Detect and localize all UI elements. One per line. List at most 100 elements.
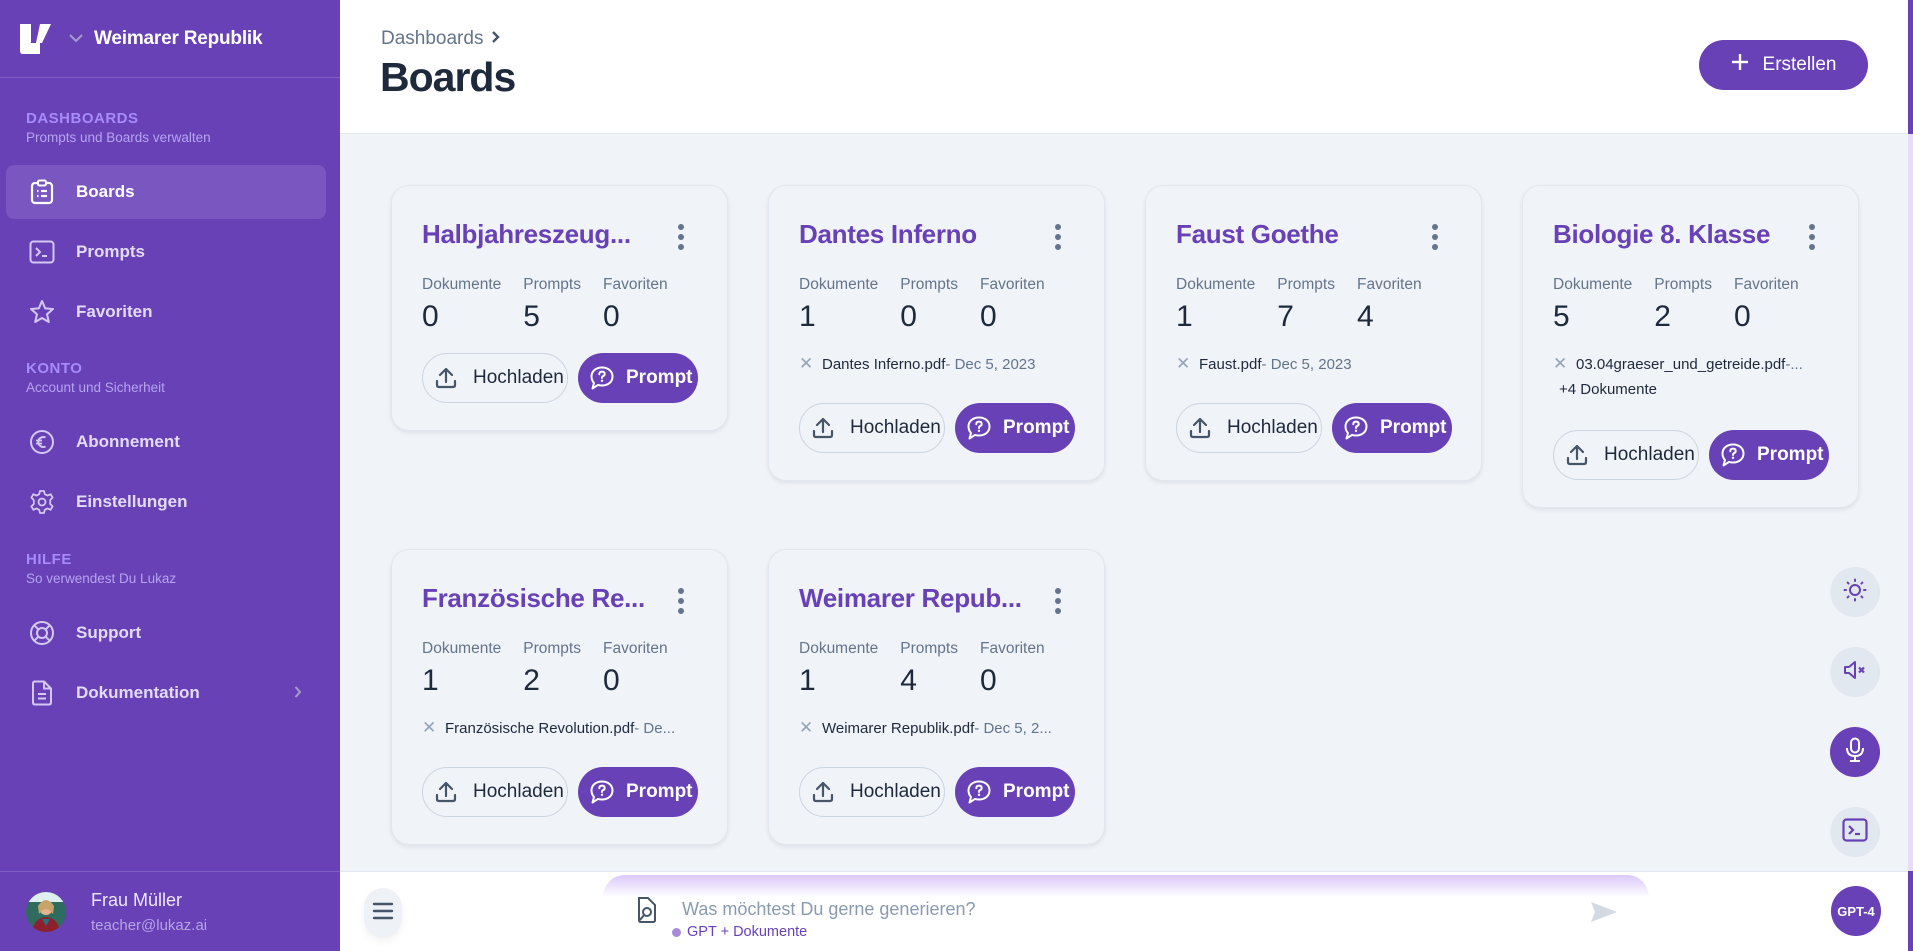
prompt-button-label: Prompt <box>1003 417 1070 438</box>
mute-toggle-button[interactable] <box>1830 647 1880 697</box>
stat-value: 0 <box>602 664 620 697</box>
prompt-button[interactable]: Prompt <box>578 353 698 403</box>
prompt-button[interactable]: Prompt <box>578 767 698 817</box>
upload-button[interactable]: Hochladen <box>1176 403 1322 453</box>
stat-value: 4 <box>900 664 917 697</box>
prompt-input[interactable] <box>682 897 1582 921</box>
document-name[interactable]: Weimarer Republik.pdf <box>822 720 974 737</box>
sidebar-item-einstellungen[interactable]: Einstellungen <box>6 475 326 529</box>
sidebar-item-abonnement[interactable]: Abonnement <box>6 415 326 469</box>
upload-icon <box>1562 443 1592 467</box>
workspace-switcher[interactable]: Weimarer Republik <box>0 0 340 78</box>
upload-button-label: Hochladen <box>1604 444 1695 465</box>
board-card[interactable]: Weimarer Repub... Dokumente 1 Prompts 4 … <box>768 549 1105 845</box>
stat-value: 2 <box>1654 300 1671 333</box>
mode-selector[interactable]: GPT + Dokumente <box>672 924 807 940</box>
document-item: ✕ Weimarer Republik.pdf - Dec 5, 2... <box>799 718 1089 738</box>
upload-button[interactable]: Hochladen <box>422 353 568 403</box>
sidebar-item-label: Favoriten <box>76 302 153 321</box>
sidebar-item-prompts[interactable]: Prompts <box>6 225 326 279</box>
stat-favorites: Favoriten 0 <box>603 640 668 698</box>
stat-value: 0 <box>602 300 620 333</box>
section-subtitle: Account und Sicherheit <box>26 380 165 395</box>
upload-button[interactable]: Hochladen <box>799 767 945 817</box>
prompt-button[interactable]: Prompt <box>1332 403 1452 453</box>
stat-value: 1 <box>1176 300 1193 333</box>
board-stats: Dokumente 1 Prompts 0 Favoriten 0 <box>799 276 1067 334</box>
clipboard-list-icon <box>28 178 56 206</box>
stat-value: 0 <box>1733 300 1751 333</box>
stat-value: 0 <box>979 300 997 333</box>
upload-button[interactable]: Hochladen <box>799 403 945 453</box>
stat-label: Favoriten <box>1733 276 1799 293</box>
document-name[interactable]: 03.04graeser_und_getreide.pdf <box>1576 356 1785 373</box>
prompt-button-label: Prompt <box>1380 417 1447 438</box>
document-search-icon[interactable] <box>636 896 658 929</box>
remove-document-icon[interactable]: ✕ <box>1553 354 1567 374</box>
upload-button-label: Hochladen <box>1227 417 1318 438</box>
theme-toggle-button[interactable] <box>1830 567 1880 617</box>
chat-question-icon <box>965 415 993 441</box>
prompt-button[interactable]: Prompt <box>955 767 1075 817</box>
user-email: teacher@lukaz.ai <box>91 916 208 934</box>
user-profile[interactable]: Frau Müller teacher@lukaz.ai <box>0 871 340 951</box>
avatar[interactable] <box>26 891 66 932</box>
more-options-icon[interactable] <box>1052 224 1064 250</box>
page-title: Boards <box>380 54 516 100</box>
board-title[interactable]: Faust Goethe <box>1176 219 1416 250</box>
sidebar-item-boards[interactable]: Boards <box>6 165 326 219</box>
more-documents-link[interactable]: +4 Dokumente <box>1559 381 1657 398</box>
gear-icon <box>28 488 56 516</box>
more-options-icon[interactable] <box>1806 224 1818 250</box>
board-title[interactable]: Französische Re... <box>422 583 662 614</box>
board-title[interactable]: Halbjahreszeug... <box>422 219 662 250</box>
document-name[interactable]: Dantes Inferno.pdf <box>822 356 945 373</box>
board-title[interactable]: Biologie 8. Klasse <box>1553 219 1793 250</box>
remove-document-icon[interactable]: ✕ <box>799 354 813 374</box>
board-card[interactable]: Halbjahreszeug... Dokumente 0 Prompts 5 … <box>391 185 728 431</box>
more-options-icon[interactable] <box>675 588 687 614</box>
more-options-icon[interactable] <box>675 224 687 250</box>
page-header: Dashboards Boards Erstellen <box>340 0 1908 134</box>
remove-document-icon[interactable]: ✕ <box>1176 354 1190 374</box>
section-subtitle: So verwendest Du Lukaz <box>26 571 177 586</box>
remove-document-icon[interactable]: ✕ <box>799 718 813 738</box>
stat-label: Prompts <box>900 640 958 657</box>
prompt-button[interactable]: Prompt <box>955 403 1075 453</box>
board-card[interactable]: Französische Re... Dokumente 1 Prompts 2… <box>391 549 728 845</box>
voice-input-button[interactable] <box>1830 727 1880 777</box>
document-name[interactable]: Französische Revolution.pdf <box>445 720 634 737</box>
chevron-down-icon[interactable] <box>66 29 86 49</box>
model-selector[interactable]: GPT-4 <box>1831 886 1881 936</box>
sidebar-item-dokumentation[interactable]: Dokumentation <box>6 666 326 720</box>
chevron-right-icon <box>491 28 501 50</box>
document-name[interactable]: Faust.pdf <box>1199 356 1262 373</box>
board-card[interactable]: Biologie 8. Klasse Dokumente 5 Prompts 2… <box>1522 185 1859 508</box>
sidebar-item-label: Prompts <box>76 242 145 261</box>
board-title[interactable]: Dantes Inferno <box>799 219 1039 250</box>
board-title[interactable]: Weimarer Repub... <box>799 583 1039 614</box>
prompt-button[interactable]: Prompt <box>1709 430 1829 480</box>
board-card[interactable]: Dantes Inferno Dokumente 1 Prompts 0 Fav… <box>768 185 1105 481</box>
more-options-icon[interactable] <box>1052 588 1064 614</box>
document-date: - De... <box>634 719 676 737</box>
workspace-name[interactable]: Weimarer Republik <box>94 28 263 50</box>
sidebar-item-favoriten[interactable]: Favoriten <box>6 285 326 339</box>
upload-button[interactable]: Hochladen <box>422 767 568 817</box>
more-options-icon[interactable] <box>1429 224 1441 250</box>
upload-icon <box>1185 416 1215 440</box>
stat-value: 0 <box>422 300 439 333</box>
create-button[interactable]: Erstellen <box>1699 40 1868 90</box>
upload-button[interactable]: Hochladen <box>1553 430 1699 480</box>
upload-icon <box>808 780 838 804</box>
send-button[interactable] <box>1590 900 1618 929</box>
menu-button[interactable] <box>364 888 402 938</box>
breadcrumb-dashboards[interactable]: Dashboards <box>381 28 483 50</box>
sidebar-item-support[interactable]: Support <box>6 606 326 660</box>
prompt-console-button[interactable] <box>1830 807 1880 857</box>
hamburger-icon <box>372 902 394 925</box>
lukaz-logo <box>20 23 52 54</box>
stat-label: Favoriten <box>979 276 1045 293</box>
remove-document-icon[interactable]: ✕ <box>422 718 436 738</box>
board-card[interactable]: Faust Goethe Dokumente 1 Prompts 7 Favor… <box>1145 185 1482 481</box>
